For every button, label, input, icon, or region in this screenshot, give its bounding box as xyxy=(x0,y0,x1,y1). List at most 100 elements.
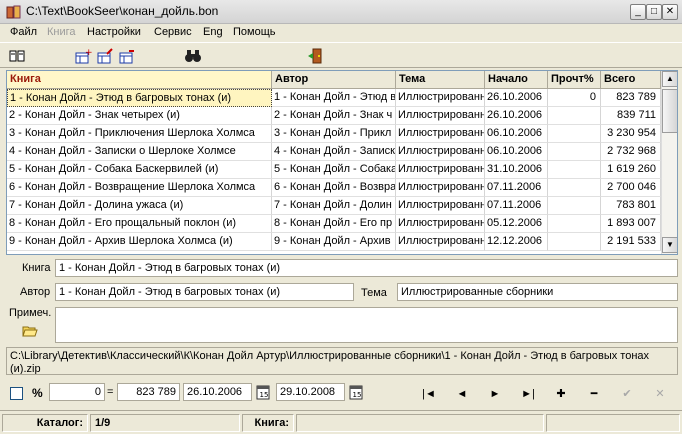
table-cell[interactable]: 07.11.2006 xyxy=(485,197,548,215)
start-date-field[interactable]: 26.10.2006 xyxy=(183,383,252,401)
table-cell[interactable]: 823 789 xyxy=(601,89,661,107)
cancel-edit-button[interactable]: ✕ xyxy=(648,384,672,404)
start-calendar-icon[interactable]: 15 xyxy=(256,384,270,400)
open-book-icon[interactable] xyxy=(8,47,26,65)
percent-checkbox[interactable] xyxy=(10,387,23,400)
add-record-button[interactable]: ✚ xyxy=(549,384,573,404)
table-cell[interactable]: 1 - Конан Дойл - Этюд в багровых тонах (… xyxy=(7,89,272,107)
table-cell[interactable] xyxy=(548,197,601,215)
table-cell[interactable]: 3 - Конан Дойл - Прикл xyxy=(272,125,396,143)
book-field[interactable]: 1 - Конан Дойл - Этюд в багровых тонах (… xyxy=(55,259,678,277)
table-cell[interactable]: Иллюстрированн xyxy=(396,125,485,143)
table-cell[interactable] xyxy=(548,107,601,125)
menu-help[interactable]: Помощь xyxy=(233,26,276,38)
table-cell[interactable]: Иллюстрированн xyxy=(396,89,485,107)
minimize-button[interactable]: _ xyxy=(630,4,646,20)
menu-book[interactable]: Книга xyxy=(47,26,76,38)
table-cell[interactable]: Иллюстрированн xyxy=(396,197,485,215)
column-header-author[interactable]: Автор xyxy=(272,71,396,89)
column-header-total[interactable]: Всего xyxy=(601,71,661,89)
prev-record-button[interactable]: ◄ xyxy=(450,384,474,404)
column-header-topic[interactable]: Тема xyxy=(396,71,485,89)
table-cell[interactable]: 06.10.2006 xyxy=(485,143,548,161)
add-record-icon[interactable]: + xyxy=(74,47,92,65)
table-cell[interactable]: 2 - Конан Дойл - Знак четырех (и) xyxy=(7,107,272,125)
table-cell[interactable]: 5 - Конан Дойл - Собака Баскервилей (и) xyxy=(7,161,272,179)
table-cell[interactable]: 3 - Конан Дойл - Приключения Шерлока Хол… xyxy=(7,125,272,143)
open-folder-icon[interactable] xyxy=(22,324,38,338)
column-header-start[interactable]: Начало xyxy=(485,71,548,89)
first-record-button[interactable]: |◄ xyxy=(417,384,441,404)
table-cell[interactable]: 07.11.2006 xyxy=(485,179,548,197)
table-cell[interactable]: 6 - Конан Дойл - Возвра xyxy=(272,179,396,197)
table-cell[interactable]: 5 - Конан Дойл - Собака xyxy=(272,161,396,179)
delete-record-icon[interactable] xyxy=(118,47,136,65)
table-cell[interactable]: 12.12.2006 xyxy=(485,233,548,251)
scroll-up-icon[interactable]: ▲ xyxy=(662,71,677,87)
table-cell[interactable]: 1 619 260 xyxy=(601,161,661,179)
table-cell[interactable]: 1 893 007 xyxy=(601,215,661,233)
table-cell[interactable]: Иллюстрированн xyxy=(396,215,485,233)
binoculars-icon[interactable] xyxy=(184,47,202,65)
table-cell[interactable]: 6 - Конан Дойл - Возвращение Шерлока Хол… xyxy=(7,179,272,197)
table-cell[interactable]: 0 xyxy=(548,89,601,107)
table-cell[interactable]: 783 801 xyxy=(601,197,661,215)
topic-field[interactable]: Иллюстрированные сборники xyxy=(397,283,678,301)
table-cell[interactable]: 9 - Конан Дойл - Архив xyxy=(272,233,396,251)
table-cell[interactable] xyxy=(548,233,601,251)
table-cell[interactable]: 2 700 046 xyxy=(601,179,661,197)
table-cell[interactable] xyxy=(548,215,601,233)
table-cell[interactable]: 8 - Конан Дойл - Его пр xyxy=(272,215,396,233)
last-record-button[interactable]: ►| xyxy=(516,384,540,404)
column-header-read-percent[interactable]: Прочт% xyxy=(548,71,601,89)
table-cell[interactable] xyxy=(548,161,601,179)
table-cell[interactable]: 06.10.2006 xyxy=(485,125,548,143)
table-cell[interactable] xyxy=(548,179,601,197)
read-position-field[interactable]: 0 xyxy=(49,383,105,401)
end-calendar-icon[interactable]: 15 xyxy=(349,384,363,400)
table-cell[interactable]: Иллюстрированн xyxy=(396,161,485,179)
table-cell[interactable]: 9 - Конан Дойл - Архив Шерлока Холмса (и… xyxy=(7,233,272,251)
table-cell[interactable]: 2 191 533 xyxy=(601,233,661,251)
table-cell[interactable]: 26.10.2006 xyxy=(485,89,548,107)
table-cell[interactable]: 4 - Конан Дойл - Записк xyxy=(272,143,396,161)
next-record-button[interactable]: ► xyxy=(483,384,507,404)
table-cell[interactable]: 7 - Конан Дойл - Долин xyxy=(272,197,396,215)
table-cell[interactable]: 839 711 xyxy=(601,107,661,125)
table-cell[interactable]: Иллюстрированн xyxy=(396,143,485,161)
table-cell[interactable]: Иллюстрированн xyxy=(396,107,485,125)
table-cell[interactable]: 7 - Конан Дойл - Долина ужаса (и) xyxy=(7,197,272,215)
author-field[interactable]: 1 - Конан Дойл - Этюд в багровых тонах (… xyxy=(55,283,354,301)
table-cell[interactable]: 1 - Конан Дойл - Этюд в xyxy=(272,89,396,107)
table-cell[interactable] xyxy=(548,125,601,143)
column-header-book[interactable]: Книга xyxy=(7,71,272,89)
table-vertical-scrollbar[interactable]: ▲ ▼ xyxy=(661,71,677,254)
table-cell[interactable]: 2 732 968 xyxy=(601,143,661,161)
table-cell[interactable]: 31.10.2006 xyxy=(485,161,548,179)
maximize-button[interactable]: □ xyxy=(646,4,662,20)
table-cell[interactable]: Иллюстрированн xyxy=(396,233,485,251)
table-cell[interactable]: Иллюстрированн xyxy=(396,179,485,197)
note-field[interactable] xyxy=(55,307,678,343)
edit-record-icon[interactable] xyxy=(96,47,114,65)
confirm-edit-button[interactable]: ✔ xyxy=(615,384,639,404)
books-table[interactable]: Книга Автор Тема Начало Прочт% Всего 1 -… xyxy=(6,70,678,255)
total-size-field[interactable]: 823 789 xyxy=(117,383,180,401)
scroll-down-icon[interactable]: ▼ xyxy=(662,237,677,253)
table-cell[interactable]: 3 230 954 xyxy=(601,125,661,143)
table-cell[interactable]: 8 - Конан Дойл - Его прощальный поклон (… xyxy=(7,215,272,233)
menu-eng[interactable]: Eng xyxy=(203,26,223,38)
menu-file[interactable]: Файл xyxy=(10,26,37,38)
menu-service[interactable]: Сервис xyxy=(154,26,192,38)
scroll-thumb[interactable] xyxy=(662,89,677,133)
end-date-field[interactable]: 29.10.2008 xyxy=(276,383,345,401)
menu-settings[interactable]: Настройки xyxy=(87,26,141,38)
exit-door-icon[interactable] xyxy=(306,47,324,65)
table-cell[interactable]: 4 - Конан Дойл - Записки о Шерлоке Холмс… xyxy=(7,143,272,161)
close-button[interactable]: ✕ xyxy=(662,4,678,20)
remove-record-button[interactable]: ━ xyxy=(582,384,606,404)
table-cell[interactable]: 05.12.2006 xyxy=(485,215,548,233)
table-cell[interactable]: 26.10.2006 xyxy=(485,107,548,125)
table-cell[interactable]: 2 - Конан Дойл - Знак ч xyxy=(272,107,396,125)
table-cell[interactable] xyxy=(548,143,601,161)
